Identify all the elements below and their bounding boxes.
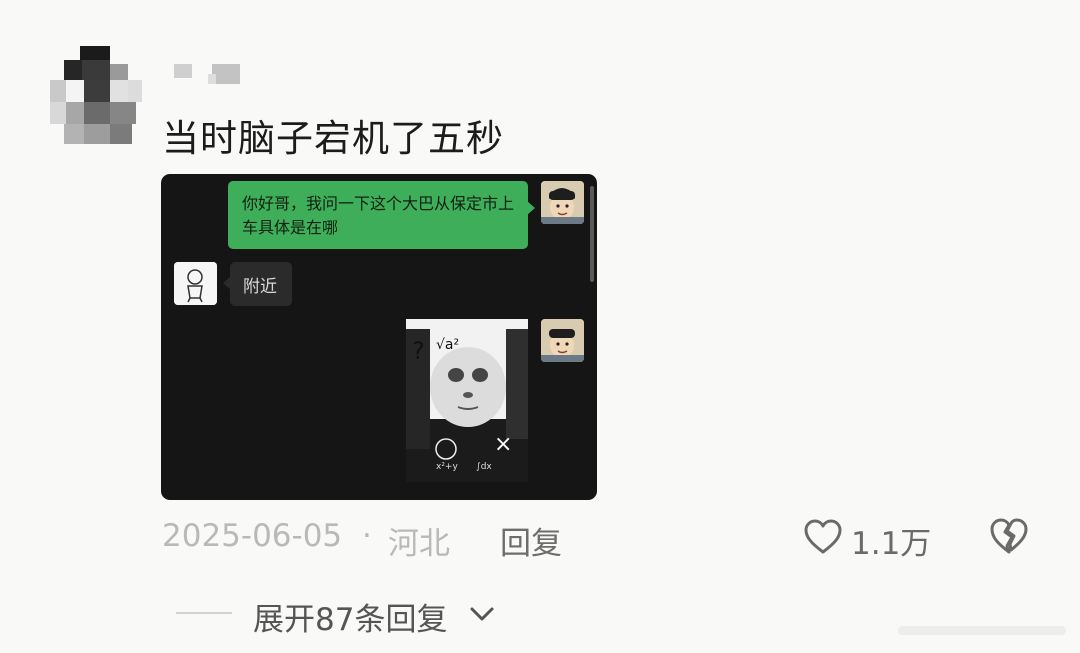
scrollbar xyxy=(590,186,594,282)
expand-divider xyxy=(176,612,232,614)
svg-text:∫dx: ∫dx xyxy=(476,462,492,472)
received-message-text: 附近 xyxy=(243,277,277,297)
avatar[interactable] xyxy=(50,46,142,144)
comment-card: 当时脑子宕机了五秒 你好哥，我问一下这个大巴从保定市上车具体是在哪 附近 ? √… xyxy=(0,0,1080,653)
chat-screenshot-image[interactable]: 你好哥，我问一下这个大巴从保定市上车具体是在哪 附近 ? √a² × x²+y … xyxy=(161,174,597,500)
reply-button[interactable]: 回复 xyxy=(500,518,562,563)
meta-separator: · xyxy=(362,518,372,554)
comment-date: 2025-06-05 xyxy=(162,518,343,554)
panda-meme-sticker: ? √a² × x²+y ∫dx xyxy=(406,319,528,482)
user-avatar xyxy=(541,181,584,224)
watermark xyxy=(898,622,1068,638)
sent-message-text: 你好哥，我问一下这个大巴从保定市上车具体是在哪 xyxy=(242,194,515,237)
chevron-down-icon[interactable] xyxy=(468,600,496,628)
svg-text:√a²: √a² xyxy=(436,337,459,353)
svg-text:×: × xyxy=(494,432,512,457)
received-message-bubble: 附近 xyxy=(223,262,292,306)
sent-message-bubble: 你好哥，我问一下这个大巴从保定市上车具体是在哪 xyxy=(228,181,535,249)
user-avatar xyxy=(541,319,584,362)
like-count: 1.1万 xyxy=(851,526,932,562)
username[interactable] xyxy=(174,62,244,86)
svg-text:x²+y: x²+y xyxy=(436,462,458,472)
svg-text:?: ? xyxy=(412,337,425,365)
comment-text: 当时脑子宕机了五秒 xyxy=(162,117,504,160)
heart-outline-icon[interactable] xyxy=(803,518,843,556)
comment-location: 河北 xyxy=(388,526,450,562)
contact-avatar xyxy=(174,262,217,305)
expand-replies-button[interactable]: 展开87条回复 xyxy=(253,594,447,639)
broken-heart-icon[interactable] xyxy=(988,516,1030,556)
